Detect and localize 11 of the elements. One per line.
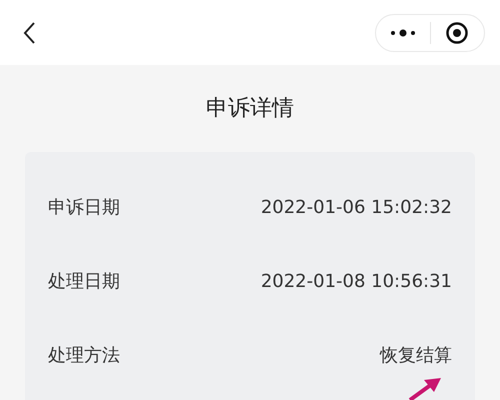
row-label: 处理方法 xyxy=(48,344,120,368)
row-value: 恢复结算 xyxy=(380,344,452,368)
target-icon xyxy=(445,20,470,44)
page-title: 申诉详情 xyxy=(206,95,294,123)
row-value: 2022-01-06 15:02:32 xyxy=(260,196,452,220)
row-value: 2022-01-08 10:56:31 xyxy=(260,270,452,294)
chevron-left-icon xyxy=(22,20,36,44)
row-label: 申诉日期 xyxy=(48,196,120,220)
more-icon xyxy=(390,28,416,36)
row-label: 处理日期 xyxy=(48,270,120,294)
annotation-arrow xyxy=(408,376,442,400)
